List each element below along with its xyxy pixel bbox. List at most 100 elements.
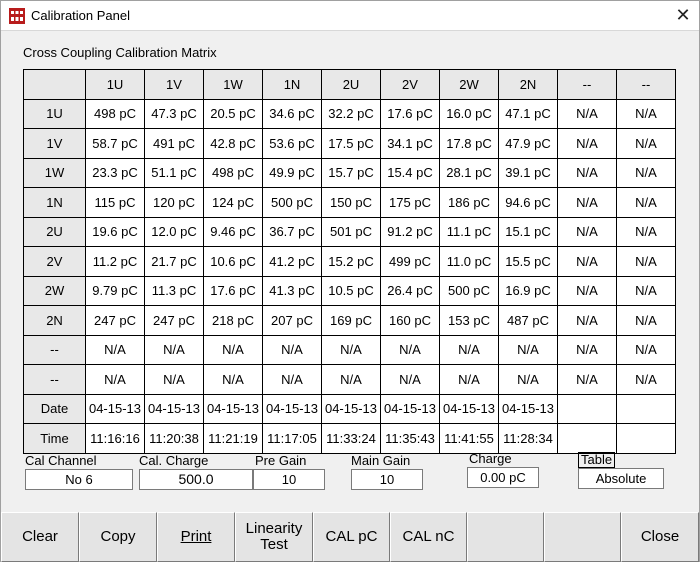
calibration-app-icon [9, 8, 25, 24]
table-row: 1U 498 pC 47.3 pC 20.5 pC 34.6 pC 32.2 pC 17.6… [23, 98, 676, 129]
matrix-cell: 11:20:38 [144, 423, 204, 454]
table-value[interactable]: Absolute [578, 468, 664, 489]
matrix-cell: N/A [616, 98, 676, 129]
matrix-cell: 47.1 pC [498, 98, 558, 129]
table-row: Time 11:16:16 11:20:38 11:21:19 11:17:05 11:3… [23, 423, 676, 454]
row-header: Date [23, 393, 86, 424]
matrix-cell: 04-15-13 [439, 393, 499, 424]
column-header: 2W [439, 69, 499, 100]
table-row: 1N 115 pC 120 pC 124 pC 500 pC 150 pC 175 pC 18… [23, 187, 676, 218]
matrix-cell: 15.5 pC [498, 246, 558, 277]
blank-button-1[interactable] [467, 512, 544, 562]
column-header: 1V [144, 69, 204, 100]
matrix-cell: N/A [203, 364, 263, 395]
matrix-cell: 11:16:16 [85, 423, 145, 454]
matrix-cell [616, 423, 676, 454]
matrix-cell: 04-15-13 [144, 393, 204, 424]
matrix-cell: 150 pC [321, 187, 381, 218]
matrix-cell: N/A [616, 246, 676, 277]
matrix-cell: 36.7 pC [262, 216, 322, 247]
matrix-cell: 04-15-13 [380, 393, 440, 424]
matrix-cell: N/A [557, 216, 617, 247]
matrix-cell: 21.7 pC [144, 246, 204, 277]
matrix-cell: 247 pC [85, 305, 145, 336]
matrix-cell: 34.6 pC [262, 98, 322, 129]
column-header: 2V [380, 69, 440, 100]
matrix-cell: 500 pC [439, 275, 499, 306]
matrix-cell: N/A [557, 246, 617, 277]
linearity-label-line1: Linearity [245, 520, 303, 537]
pre-gain-label: Pre Gain [255, 453, 307, 468]
pre-gain-value[interactable]: 10 [253, 469, 325, 490]
table-row: 2N 247 pC 247 pC 218 pC 207 pC 169 pC 160 pC 15… [23, 305, 676, 336]
row-header: 2N [23, 305, 86, 336]
pre-gain-field: Pre Gain 10 [253, 453, 333, 493]
cal-channel-value[interactable]: No 6 [25, 469, 133, 490]
matrix-cell: 58.7 pC [85, 128, 145, 159]
matrix-cell: 9.46 pC [203, 216, 263, 247]
matrix-cell: 26.4 pC [380, 275, 440, 306]
row-header: 2W [23, 275, 86, 306]
copy-button[interactable]: Copy [79, 512, 157, 562]
matrix-cell: N/A [616, 157, 676, 188]
column-header: -- [557, 69, 617, 100]
blank-button-2[interactable] [544, 512, 621, 562]
matrix-cell: 499 pC [380, 246, 440, 277]
cal-pc-button[interactable]: CAL pC [313, 512, 390, 562]
matrix-cell: 15.4 pC [380, 157, 440, 188]
main-gain-field: Main Gain 10 [351, 453, 431, 493]
matrix-cell: 41.3 pC [262, 275, 322, 306]
cal-channel-label: Cal Channel [25, 453, 97, 468]
matrix-cell: 15.7 pC [321, 157, 381, 188]
main-gain-value[interactable]: 10 [351, 469, 423, 490]
charge-value: 0.00 pC [467, 467, 539, 488]
matrix-cell: 39.1 pC [498, 157, 558, 188]
matrix-cell: 17.5 pC [321, 128, 381, 159]
matrix-cell: N/A [85, 334, 145, 365]
matrix-cell: 10.6 pC [203, 246, 263, 277]
table-row: Date 04-15-13 04-15-13 04-15-13 04-15-13 04-1… [23, 393, 676, 424]
matrix-cell: N/A [262, 364, 322, 395]
close-icon[interactable]: ✕ [673, 5, 693, 25]
title-bar: Calibration Panel ✕ [1, 1, 699, 31]
matrix-cell: 16.0 pC [439, 98, 499, 129]
main-gain-label: Main Gain [351, 453, 411, 468]
matrix-cell: N/A [616, 128, 676, 159]
row-header: 1V [23, 128, 86, 159]
matrix-cell: N/A [144, 364, 204, 395]
matrix-cell: 160 pC [380, 305, 440, 336]
window-title: Calibration Panel [31, 8, 131, 23]
table-label: Table [578, 452, 616, 468]
table-row: 2V 11.2 pC 21.7 pC 10.6 pC 41.2 pC 15.2 pC 499… [23, 246, 676, 277]
matrix-cell: N/A [557, 187, 617, 218]
linearity-test-button[interactable]: Linearity Test [235, 512, 313, 562]
column-header: 2N [498, 69, 558, 100]
matrix-cell: N/A [439, 334, 499, 365]
close-button[interactable]: Close [621, 512, 699, 562]
matrix-cell: 41.2 pC [262, 246, 322, 277]
matrix-cell: 04-15-13 [203, 393, 263, 424]
column-header: 1W [203, 69, 263, 100]
matrix-cell: 11.1 pC [439, 216, 499, 247]
row-header: 1U [23, 98, 86, 129]
matrix-cell: 500 pC [262, 187, 322, 218]
calibration-matrix: 1U 1V 1W 1N 2U 2V 2W 2N -- -- 1U 498 pC 47.3 pC 20.5 … [23, 69, 676, 454]
matrix-cell: 16.9 pC [498, 275, 558, 306]
matrix-cell: N/A [557, 305, 617, 336]
matrix-cell: 169 pC [321, 305, 381, 336]
column-header: 1U [85, 69, 145, 100]
cal-nc-button[interactable]: CAL nC [390, 512, 467, 562]
print-button[interactable]: Print [157, 512, 235, 562]
matrix-cell: 91.2 pC [380, 216, 440, 247]
row-header: 2V [23, 246, 86, 277]
matrix-cell: N/A [557, 364, 617, 395]
matrix-cell: N/A [616, 216, 676, 247]
row-header: Time [23, 423, 86, 454]
clear-button[interactable]: Clear [1, 512, 79, 562]
cal-charge-value[interactable]: 500.0 [139, 469, 253, 490]
matrix-cell: 20.5 pC [203, 98, 263, 129]
matrix-cell: 491 pC [144, 128, 204, 159]
matrix-cell: 04-15-13 [321, 393, 381, 424]
matrix-cell: 11:17:05 [262, 423, 322, 454]
cal-channel-field: Cal Channel No 6 [25, 453, 135, 493]
